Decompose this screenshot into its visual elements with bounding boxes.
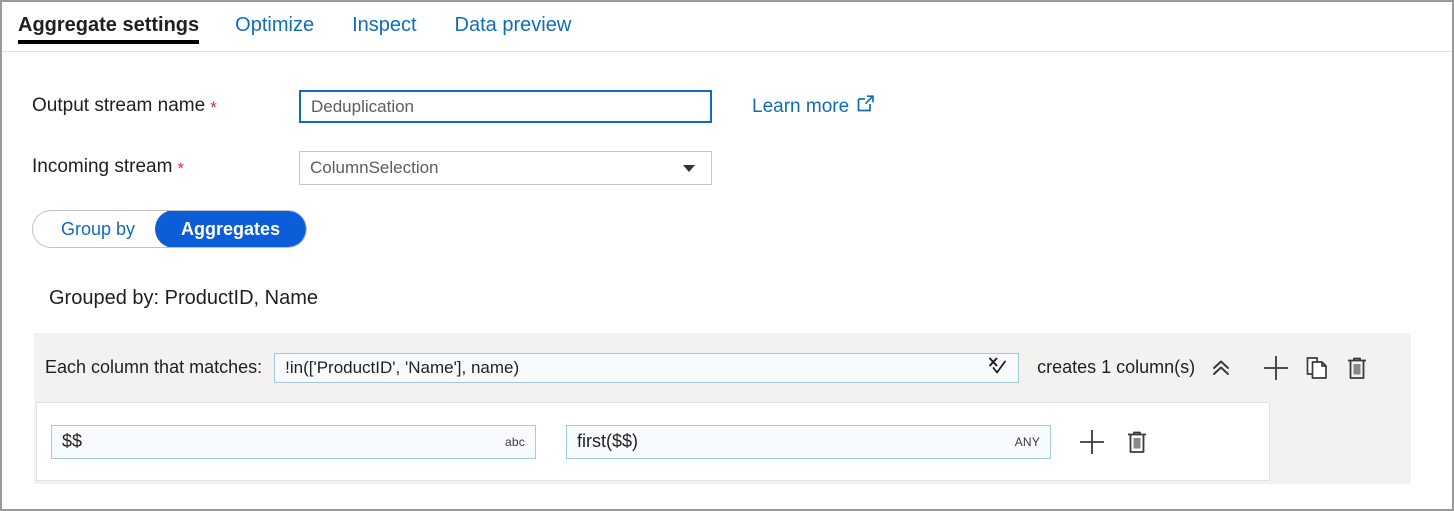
panel-frame: Aggregate settings Optimize Inspect Data… — [0, 0, 1454, 511]
learn-more-link[interactable]: Learn more — [752, 94, 875, 119]
column-expression-input[interactable]: first($$) ANY — [566, 425, 1051, 459]
aggregate-column-card: $$ abc first($$) ANY — [36, 402, 1270, 481]
output-stream-name-label: Output stream name — [32, 95, 205, 117]
incoming-stream-label: Incoming stream — [32, 156, 172, 178]
column-name-type-badge: abc — [505, 435, 525, 449]
required-marker: * — [177, 159, 184, 179]
column-name-input[interactable]: $$ abc — [51, 425, 536, 459]
tab-strip: Aggregate settings Optimize Inspect Data… — [2, 2, 1452, 52]
delete-column-trash-icon[interactable] — [1123, 428, 1151, 456]
tab-label: Inspect — [352, 14, 416, 36]
mode-toggle-group: Group by Aggregates — [32, 210, 307, 248]
learn-more-label: Learn more — [752, 96, 849, 118]
grouped-by-summary: Grouped by: ProductID, Name — [49, 287, 318, 310]
match-expression-input[interactable]: !in(['ProductID', 'Name'], name) — [274, 353, 1019, 383]
toggle-group-by[interactable]: Group by — [33, 210, 159, 248]
tab-label: Optimize — [235, 14, 314, 36]
incoming-stream-label-row: Incoming stream * — [32, 156, 184, 178]
add-column-plus-icon[interactable] — [1077, 427, 1107, 457]
tab-label: Data preview — [455, 14, 572, 36]
delete-rule-trash-icon[interactable] — [1343, 354, 1371, 382]
external-link-icon — [856, 94, 875, 119]
tab-label: Aggregate settings — [18, 14, 199, 36]
tab-data-preview[interactable]: Data preview — [455, 2, 572, 52]
expression-builder-icon[interactable] — [986, 354, 1008, 381]
rule-match-row: Each column that matches: !in(['ProductI… — [34, 333, 1411, 402]
output-stream-name-label-row: Output stream name * — [32, 95, 217, 117]
tab-optimize[interactable]: Optimize — [235, 2, 314, 52]
tab-inspect[interactable]: Inspect — [352, 2, 416, 52]
toggle-group-by-label: Group by — [61, 219, 135, 240]
toggle-aggregates-label: Aggregates — [181, 219, 280, 240]
output-stream-name-input[interactable] — [299, 90, 712, 123]
duplicate-rule-copy-icon[interactable] — [1303, 354, 1331, 382]
incoming-stream-select[interactable]: ColumnSelection — [299, 151, 712, 185]
tab-list: Aggregate settings Optimize Inspect Data… — [18, 2, 609, 52]
match-expression-value: !in(['ProductID', 'Name'], name) — [285, 358, 980, 378]
column-expression-value: first($$) — [577, 431, 1015, 452]
add-rule-plus-icon[interactable] — [1261, 353, 1291, 383]
creates-columns-text: creates 1 column(s) — [1037, 357, 1195, 378]
column-expression-type-badge: ANY — [1015, 435, 1040, 449]
incoming-stream-value: ColumnSelection — [310, 158, 683, 178]
double-chevron-up-icon[interactable] — [1209, 356, 1233, 380]
tab-aggregate-settings[interactable]: Aggregate settings — [18, 2, 199, 52]
toggle-aggregates[interactable]: Aggregates — [155, 210, 306, 248]
each-column-matches-label: Each column that matches: — [45, 357, 262, 378]
required-marker: * — [210, 98, 217, 118]
aggregate-rule-panel: Each column that matches: !in(['ProductI… — [34, 333, 1411, 484]
column-name-value: $$ — [62, 431, 505, 452]
chevron-down-icon — [683, 165, 695, 172]
